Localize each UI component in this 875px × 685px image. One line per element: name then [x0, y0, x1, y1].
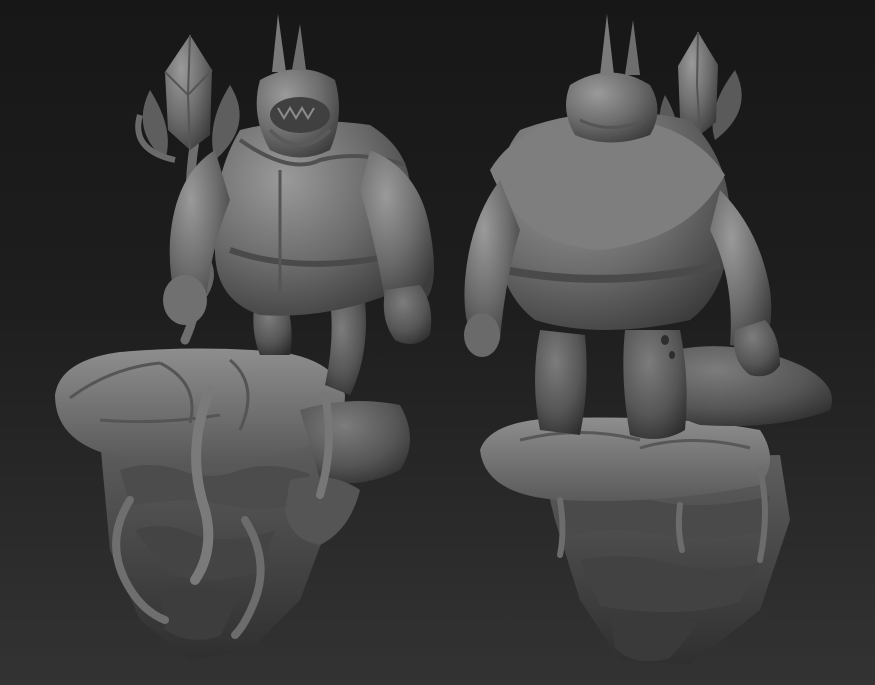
back-three-quarter-view: [464, 14, 832, 665]
ogre-head-front: [256, 14, 339, 158]
floating-rock-left: [55, 348, 410, 660]
ogre-head-back: [566, 14, 658, 143]
sculpt-render: [55, 14, 832, 665]
front-three-quarter-view: [55, 14, 434, 660]
sculpt-viewport[interactable]: [0, 0, 875, 685]
